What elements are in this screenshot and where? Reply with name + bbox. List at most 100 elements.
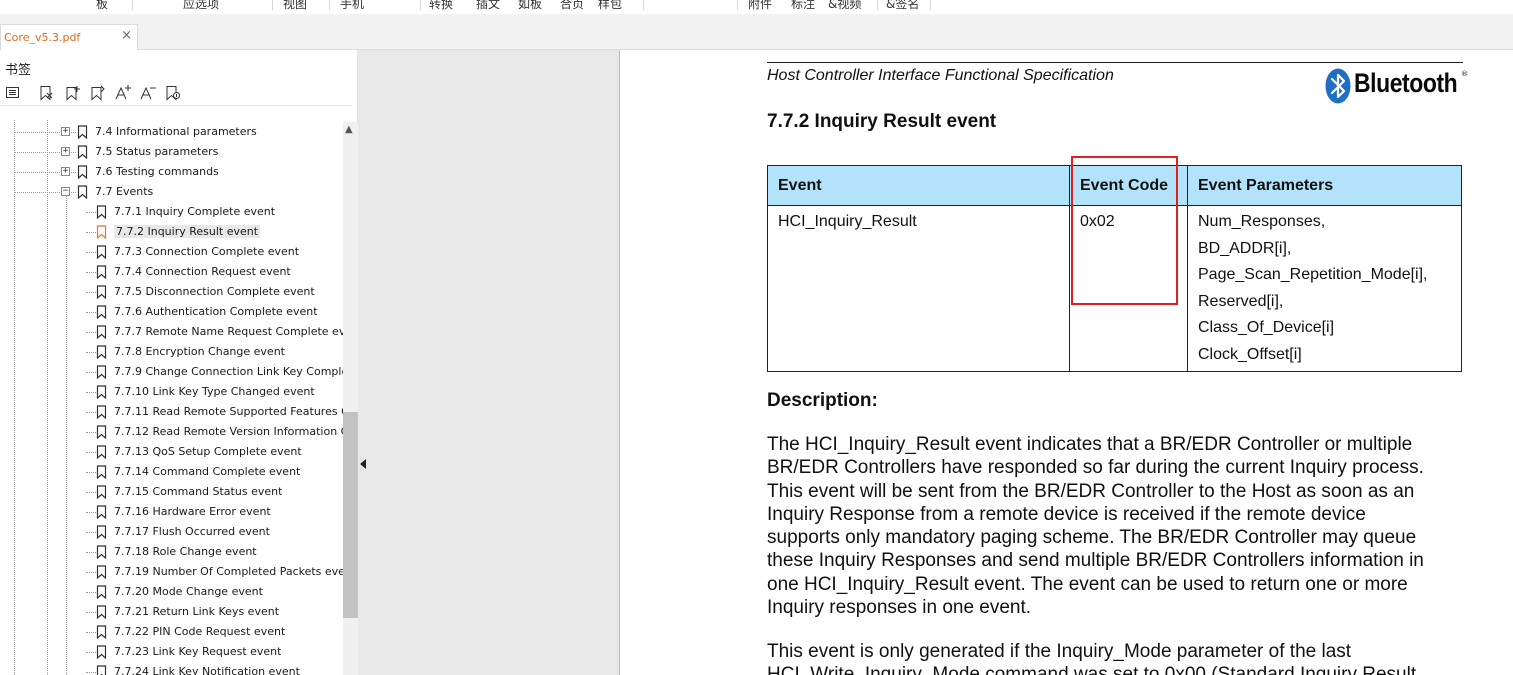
bookmark-toolbar: [0, 82, 352, 106]
increase-font-icon[interactable]: [114, 84, 132, 102]
tree-connector: [86, 232, 96, 233]
bookmark-item[interactable]: 7.7.4 Connection Request event: [0, 262, 343, 282]
bookmark-icon: [96, 605, 107, 619]
bookmark-label: 7.7.24 Link Key Notification event: [114, 665, 300, 675]
column-header: Event: [767, 165, 1070, 206]
tree-connector: [86, 632, 96, 633]
bookmark-icon: [96, 665, 107, 675]
bookmark-tree: +7.4 Informational parameters +7.5 Status…: [0, 120, 343, 675]
decrease-font-icon[interactable]: [139, 84, 157, 102]
menu-item[interactable]: 板: [96, 0, 108, 12]
tree-connector: [86, 452, 96, 453]
bookmark-item[interactable]: 7.7.13 QoS Setup Complete event: [0, 442, 343, 462]
menu-item[interactable]: 样包: [598, 0, 622, 12]
bookmark-icon: [96, 345, 107, 359]
tree-connector: [86, 372, 96, 373]
bookmark-item[interactable]: 7.7.11 Read Remote Supported Features Co…: [0, 402, 343, 422]
logo-wordmark: Bluetooth: [1354, 68, 1458, 98]
bookmark-label: 7.7.18 Role Change event: [114, 545, 257, 558]
bookmark-properties-icon[interactable]: [164, 84, 182, 102]
tree-connector: [86, 672, 96, 673]
tree-connector: [86, 472, 96, 473]
add-child-bookmark-icon[interactable]: [89, 84, 107, 102]
add-bookmark-icon[interactable]: [64, 84, 82, 102]
bookmark-item[interactable]: 7.7.19 Number Of Completed Packets event: [0, 562, 343, 582]
bookmark-label: 7.7.2 Inquiry Result event: [114, 225, 261, 238]
bookmark-item[interactable]: − 7.7 Events: [0, 182, 343, 202]
close-tab-icon[interactable]: ×: [121, 28, 132, 43]
bookmark-label: 7.5 Status parameters: [95, 145, 219, 158]
bookmark-item[interactable]: 7.7.10 Link Key Type Changed event: [0, 382, 343, 402]
menu-separator: [132, 0, 133, 10]
bookmark-label: 7.7.22 PIN Code Request event: [114, 625, 286, 638]
bookmark-item[interactable]: 7.7.12 Read Remote Version Information C…: [0, 422, 343, 442]
menu-item[interactable]: 如板: [518, 0, 542, 12]
page-gutter: [358, 50, 620, 675]
menu-item[interactable]: 附件: [748, 0, 772, 12]
tree-connector: [86, 512, 96, 513]
bookmark-label: 7.7.17 Flush Occurred event: [114, 525, 270, 538]
tree-connector: [86, 312, 96, 313]
menu-item[interactable]: 手机: [340, 0, 364, 12]
menu-item[interactable]: 标注: [791, 0, 815, 12]
expand-icon[interactable]: +: [61, 127, 70, 136]
scroll-up-arrow-icon[interactable]: ▲: [345, 124, 353, 135]
expand-icon[interactable]: +: [61, 167, 70, 176]
expand-icon[interactable]: +: [61, 147, 70, 156]
bookmark-item[interactable]: 7.7.5 Disconnection Complete event: [0, 282, 343, 302]
delete-bookmark-icon[interactable]: [37, 84, 55, 102]
bookmark-item[interactable]: 7.7.16 Hardware Error event: [0, 502, 343, 522]
bookmark-item[interactable]: 7.7.15 Command Status event: [0, 482, 343, 502]
tree-connector: [86, 532, 96, 533]
bookmark-item[interactable]: 7.7.17 Flush Occurred event: [0, 522, 343, 542]
tree-connector: [86, 212, 96, 213]
menu-item[interactable]: &视频: [828, 0, 861, 12]
bookmark-item[interactable]: 7.7.1 Inquiry Complete event: [0, 202, 343, 222]
bookmark-item[interactable]: 7.7.9 Change Connection Link Key Complet…: [0, 362, 343, 382]
event-name-cell: HCI_Inquiry_Result: [767, 205, 1070, 372]
bookmark-icon: [77, 125, 88, 139]
bookmark-item[interactable]: 7.7.18 Role Change event: [0, 542, 343, 562]
bookmark-item[interactable]: 7.7.20 Mode Change event: [0, 582, 343, 602]
bookmark-item[interactable]: 7.7.3 Connection Complete event: [0, 242, 343, 262]
bookmark-label: 7.7.10 Link Key Type Changed event: [114, 385, 315, 398]
text-line: supports only mandatory paging scheme. T…: [767, 527, 1417, 549]
expand-all-icon[interactable]: [4, 84, 22, 102]
bookmark-label: 7.7.1 Inquiry Complete event: [114, 205, 276, 218]
bookmark-item[interactable]: 7.7.7 Remote Name Request Complete event: [0, 322, 343, 342]
text-line: BR/EDR Controllers have responded so far…: [767, 457, 1424, 479]
bookmark-item[interactable]: +7.6 Testing commands: [0, 162, 343, 182]
scrollbar-thumb[interactable]: [343, 412, 358, 618]
document-tab[interactable]: Core_v5.3.pdf ×: [0, 24, 138, 50]
bookmark-item[interactable]: 7.7.21 Return Link Keys event: [0, 602, 343, 622]
bookmark-icon: [96, 505, 107, 519]
bookmark-item[interactable]: +7.4 Informational parameters: [0, 122, 343, 142]
menu-item[interactable]: 视图: [283, 0, 307, 12]
menu-item[interactable]: 插文: [476, 0, 500, 12]
bookmark-item[interactable]: 7.7.2 Inquiry Result event: [0, 222, 343, 242]
bookmark-item[interactable]: 7.7.14 Command Complete event: [0, 462, 343, 482]
text-line: The HCI_Inquiry_Result event indicates t…: [767, 434, 1413, 455]
bookmark-item[interactable]: +7.5 Status parameters: [0, 142, 343, 162]
bookmark-label: 7.6 Testing commands: [95, 165, 219, 178]
bookmark-item[interactable]: 7.7.8 Encryption Change event: [0, 342, 343, 362]
menu-item[interactable]: 合页: [560, 0, 584, 12]
bookmark-label: 7.7.21 Return Link Keys event: [114, 605, 280, 618]
menu-item[interactable]: 应选项: [183, 0, 219, 12]
bookmark-icon: [96, 585, 107, 599]
menu-item[interactable]: 转换: [429, 0, 453, 12]
bookmark-item[interactable]: 7.7.23 Link Key Request event: [0, 642, 343, 662]
tree-connector: [86, 252, 96, 253]
bookmark-icon: [96, 245, 107, 259]
tab-bar: Core_v5.3.pdf ×: [0, 14, 1513, 50]
panel-title: 书签: [5, 63, 32, 78]
menu-item[interactable]: &签名: [886, 0, 919, 12]
bookmark-item[interactable]: 7.7.22 PIN Code Request event: [0, 622, 343, 642]
bookmark-item[interactable]: 7.7.24 Link Key Notification event: [0, 662, 343, 675]
menu-separator: [329, 0, 330, 10]
bookmark-item[interactable]: 7.7.6 Authentication Complete event: [0, 302, 343, 322]
collapse-panel-icon[interactable]: [360, 459, 366, 469]
tree-connector: [86, 352, 96, 353]
bookmark-label: 7.7.14 Command Complete event: [114, 465, 301, 478]
collapse-icon[interactable]: −: [61, 187, 70, 196]
